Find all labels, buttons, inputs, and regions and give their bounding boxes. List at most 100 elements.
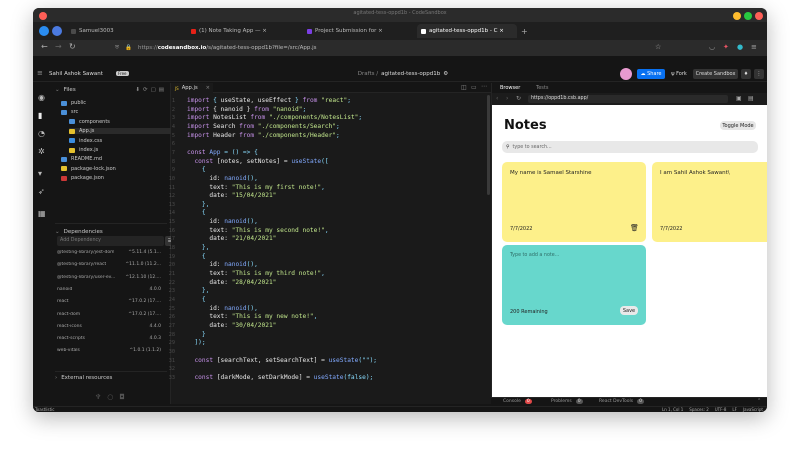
- code-line[interactable]: },: [187, 287, 487, 296]
- dependency-item[interactable]: react-dom ^17.0.2 (17....: [57, 312, 161, 317]
- dependency-item[interactable]: web-vitals ^1.0.1 (1.1.2): [57, 348, 161, 353]
- chevron-up-icon[interactable]: ⌃: [757, 398, 761, 404]
- line-ending[interactable]: LF: [732, 407, 737, 412]
- encoding[interactable]: UTF-8: [715, 407, 727, 412]
- tab-browser[interactable]: Browser: [500, 85, 520, 91]
- code-line[interactable]: import { nanoid } from "nanoid";: [187, 106, 487, 115]
- code-line[interactable]: date: "15/04/2021": [187, 192, 487, 201]
- create-sandbox-button[interactable]: Create Sandbox: [693, 69, 738, 79]
- open-window-icon[interactable]: ▣: [736, 95, 742, 102]
- code-line[interactable]: date: "30/04/2021": [187, 322, 487, 331]
- browser-tab[interactable]: Project Submission for ×: [303, 24, 415, 38]
- settings-icon[interactable]: ⚙: [443, 71, 448, 77]
- file-actions-icon[interactable]: ⬇⟳▢▤: [135, 87, 167, 93]
- pocket-icon[interactable]: ◡: [709, 43, 715, 51]
- editor-tab-appjs[interactable]: JS App.js ×: [171, 83, 213, 93]
- file-tree-item[interactable]: index.css: [69, 138, 102, 144]
- share-button[interactable]: ☁ Share: [637, 69, 665, 79]
- more-options-icon[interactable]: ⋮: [754, 69, 764, 79]
- settings-panel-icon[interactable]: ✲: [38, 147, 45, 156]
- dependency-item[interactable]: @testing-library/user-ev... ^12.1.10 (12.…: [57, 275, 161, 280]
- editor-scrollbar[interactable]: [487, 95, 490, 195]
- server-icon[interactable]: ▾: [38, 169, 42, 178]
- add-dependency-input[interactable]: Add Dependency: [57, 236, 164, 246]
- back-icon[interactable]: ←: [41, 42, 48, 51]
- code-line[interactable]: id: nanoid(),: [187, 261, 487, 270]
- external-resources-header[interactable]: › External resources: [55, 375, 112, 381]
- code-line[interactable]: const App = () => {: [187, 149, 487, 158]
- code-line[interactable]: ]);: [187, 339, 487, 348]
- code-line[interactable]: text: "This is my first note!",: [187, 184, 487, 193]
- dependency-item[interactable]: @testing-library/jest-dom ^5.11.4 (5.1...: [57, 250, 161, 255]
- code-line[interactable]: text: "This is my third note!",: [187, 270, 487, 279]
- browser-tab[interactable]: (1) Note Taking App — ×: [187, 24, 301, 38]
- menu-icon[interactable]: ≡: [751, 43, 757, 51]
- live-icon[interactable]: ▦: [38, 209, 46, 218]
- social-icons[interactable]: ♆○◘: [95, 393, 131, 401]
- file-tree-item[interactable]: App.js: [69, 128, 171, 135]
- deploy-icon[interactable]: ➶: [38, 187, 45, 196]
- file-tree-item[interactable]: README.md: [61, 156, 102, 162]
- code-line[interactable]: const [darkMode, setDarkMode] = useState…: [187, 374, 487, 383]
- preview-forward-icon[interactable]: ›: [506, 95, 508, 102]
- preview-icon[interactable]: ▭: [471, 84, 477, 91]
- maximize-window-button[interactable]: [744, 12, 752, 20]
- extension-icon[interactable]: ✦: [723, 43, 729, 51]
- code-line[interactable]: },: [187, 244, 487, 253]
- csb-menu-icon[interactable]: ≡: [37, 69, 43, 77]
- file-tree-item[interactable]: package-lock.json: [61, 166, 116, 172]
- close-window-button-right[interactable]: [755, 12, 763, 20]
- file-tree-item[interactable]: src: [61, 109, 78, 115]
- new-note-textarea[interactable]: Type to add a note...: [510, 253, 559, 258]
- preview-reload-icon[interactable]: ↻: [516, 95, 521, 102]
- preview-options-icon[interactable]: ▤: [748, 95, 754, 102]
- file-tree-item[interactable]: components: [69, 119, 110, 125]
- url-bar[interactable]: ⛨ 🔒 https:// codesandbox.io /s/agitated-…: [115, 42, 675, 54]
- code-line[interactable]: id: nanoid(),: [187, 305, 487, 314]
- code-line[interactable]: const [searchText, setSearchText] = useS…: [187, 357, 487, 366]
- problems-tab[interactable]: Problems 0: [551, 399, 583, 404]
- dependency-item[interactable]: react ^17.0.2 (17....: [57, 299, 161, 304]
- dependency-item[interactable]: nanoid 4.0.0: [57, 287, 161, 292]
- code-line[interactable]: text: "This is my second note!",: [187, 227, 487, 236]
- code-line[interactable]: import Header from "./components/Header"…: [187, 132, 487, 141]
- code-line[interactable]: id: nanoid(),: [187, 175, 487, 184]
- indent-setting[interactable]: Spaces: 2: [689, 407, 708, 412]
- files-icon[interactable]: ▮: [38, 111, 42, 120]
- breadcrumb-folder[interactable]: Drafts /: [358, 71, 378, 77]
- file-tree-item[interactable]: index.js: [69, 147, 98, 153]
- search-panel-icon[interactable]: ◔: [38, 129, 45, 138]
- code-line[interactable]: import { useState, useEffect } from "rea…: [187, 97, 487, 106]
- dependency-item[interactable]: @testing-library/react ^11.1.0 (11.2...: [57, 262, 161, 267]
- react-devtools-tab[interactable]: React DevTools 0: [599, 399, 644, 404]
- code-line[interactable]: {: [187, 209, 487, 218]
- console-tab[interactable]: Console 0: [503, 399, 532, 404]
- code-line[interactable]: {: [187, 166, 487, 175]
- fork-button[interactable]: ψ Fork: [668, 69, 690, 79]
- code-line[interactable]: date: "21/04/2021": [187, 235, 487, 244]
- file-tree-item[interactable]: public: [61, 100, 86, 106]
- reload-icon[interactable]: ↻: [69, 42, 76, 51]
- code-line[interactable]: {: [187, 253, 487, 262]
- editor-more-icon[interactable]: ⋯: [481, 83, 487, 90]
- account-icon[interactable]: ●: [737, 43, 743, 51]
- info-icon[interactable]: ◉: [38, 93, 45, 102]
- code-line[interactable]: date: "28/04/2021": [187, 279, 487, 288]
- sandbox-name[interactable]: agitated-tess-oppd1b: [381, 71, 440, 77]
- cursor-position[interactable]: Ln 1, Col 1: [662, 407, 683, 412]
- code-line[interactable]: },: [187, 201, 487, 210]
- dependency-item[interactable]: react-icons 4.4.0: [57, 324, 161, 329]
- preview-url-bar[interactable]: https://oppd1b.csb.app/: [528, 95, 728, 103]
- dependency-item[interactable]: react-scripts 4.0.3: [57, 336, 161, 341]
- toggle-mode-button[interactable]: Toggle Mode: [720, 121, 756, 130]
- files-header[interactable]: ⌄ Files ⬇⟳▢▤: [55, 87, 167, 93]
- code-line[interactable]: }: [187, 331, 487, 340]
- avatar[interactable]: [620, 68, 632, 80]
- profile-icon[interactable]: [52, 26, 62, 36]
- code-line[interactable]: id: nanoid(),: [187, 218, 487, 227]
- code-line[interactable]: import Search from "./components/Search"…: [187, 123, 487, 132]
- code-line[interactable]: {: [187, 296, 487, 305]
- dependencies-header[interactable]: ⌄ Dependencies: [55, 229, 103, 235]
- language-mode[interactable]: JavaScript: [743, 407, 763, 412]
- minimize-window-button[interactable]: [733, 12, 741, 20]
